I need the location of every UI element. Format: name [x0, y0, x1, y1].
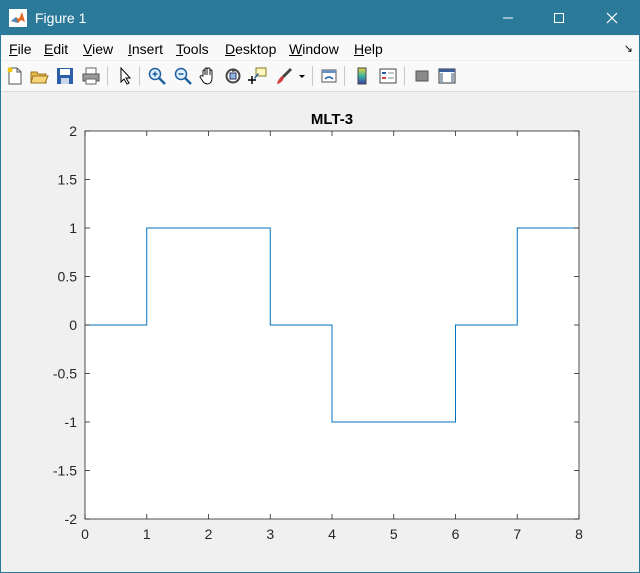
link-plot-icon [321, 69, 337, 83]
insert-legend-button[interactable] [378, 66, 398, 86]
close-icon [606, 12, 618, 24]
title-bar[interactable]: Figure 1 [1, 1, 639, 35]
brush-button[interactable] [274, 66, 294, 86]
rotate-3d-icon [225, 68, 241, 84]
close-button[interactable] [589, 1, 635, 35]
link-plot-button[interactable] [319, 66, 339, 86]
toolbar-separator [312, 66, 313, 86]
new-figure-icon [7, 67, 22, 85]
x-tick-label: 6 [452, 526, 460, 542]
insert-colorbar-button[interactable] [352, 66, 372, 86]
hide-plot-tools-button[interactable] [412, 66, 432, 86]
open-file-icon [30, 71, 49, 84]
mlt3-chart[interactable]: 0 1 2 3 4 5 6 7 8 2 1.5 1 0.5 0 -0.5 -1 -1.5 -2 MLT-3 [1, 92, 639, 572]
window-title: Figure 1 [35, 10, 87, 26]
show-plot-tools-button[interactable] [437, 66, 457, 86]
y-tick-label: 0.5 [58, 269, 78, 285]
menu-bar: File Edit View Insert Tools Desktop Wind… [1, 36, 639, 60]
menu-insert[interactable]: Insert [128, 41, 163, 57]
menu-window[interactable]: Window [289, 41, 339, 57]
menu-edit[interactable]: Edit [44, 41, 68, 57]
minimize-icon [503, 17, 513, 19]
menu-view[interactable]: View [83, 41, 113, 57]
zoom-out-button[interactable] [173, 66, 193, 86]
data-cursor-button[interactable] [248, 66, 268, 86]
new-figure-button[interactable] [5, 66, 25, 86]
maximize-icon [554, 13, 564, 23]
dock-arrow-icon[interactable]: ↘ [624, 42, 633, 55]
minimize-button[interactable] [485, 1, 531, 35]
colorbar-icon [357, 67, 367, 85]
menu-desktop[interactable]: Desktop [225, 41, 276, 57]
pointer-icon [120, 66, 132, 85]
menu-help[interactable]: Help [354, 41, 383, 57]
open-file-button[interactable] [29, 66, 49, 86]
save-button[interactable] [55, 66, 75, 86]
x-tick-label: 2 [205, 526, 213, 542]
x-tick-label: 8 [575, 526, 583, 542]
y-tick-label: 0 [69, 317, 77, 333]
zoom-in-button[interactable] [147, 66, 167, 86]
chart-title: MLT-3 [311, 111, 353, 128]
y-tick-label: 1 [69, 220, 77, 236]
y-tick-label: -0.5 [53, 366, 77, 382]
y-tick-label: 1.5 [58, 172, 78, 188]
menu-file[interactable]: File [9, 41, 32, 57]
zoom-out-icon [174, 67, 192, 85]
chevron-down-icon [299, 75, 305, 78]
figure-toolbar [1, 61, 639, 92]
y-tick-label: 2 [69, 123, 77, 139]
y-tick-label: -1.5 [53, 463, 77, 479]
print-button[interactable] [81, 66, 101, 86]
toolbar-separator [107, 66, 108, 86]
matlab-logo-icon [9, 9, 27, 27]
toolbar-separator [344, 66, 345, 86]
save-icon [57, 68, 73, 84]
print-icon [82, 67, 100, 85]
x-tick-label: 5 [390, 526, 398, 542]
y-tick-label: -1 [65, 414, 78, 430]
x-tick-label: 0 [81, 526, 89, 542]
figure-window: Figure 1 File Edit View Insert Tools Des… [0, 0, 640, 573]
toolbar-separator [404, 66, 405, 86]
figure-canvas[interactable]: 0 1 2 3 4 5 6 7 8 2 1.5 1 0.5 0 -0.5 -1 -1.5 -2 MLT-3 [1, 92, 639, 572]
pan-hand-icon [199, 67, 213, 85]
zoom-in-icon [148, 67, 166, 85]
x-tick-label: 1 [143, 526, 151, 542]
show-plot-tools-icon [438, 68, 456, 84]
data-cursor-icon [248, 67, 267, 84]
hide-plot-tools-icon [415, 70, 429, 82]
legend-icon [379, 68, 397, 84]
pointer-button[interactable] [115, 66, 135, 86]
brush-icon [277, 68, 292, 84]
x-tick-label: 3 [266, 526, 274, 542]
x-tick-label: 4 [328, 526, 336, 542]
maximize-button[interactable] [536, 1, 582, 35]
menu-tools[interactable]: Tools [176, 41, 209, 57]
pan-button[interactable] [198, 66, 218, 86]
rotate-3d-button[interactable] [223, 66, 243, 86]
y-tick-label: -2 [65, 511, 78, 527]
toolbar-separator [139, 66, 140, 86]
x-tick-label: 7 [513, 526, 521, 542]
brush-dropdown-button[interactable] [297, 66, 307, 86]
